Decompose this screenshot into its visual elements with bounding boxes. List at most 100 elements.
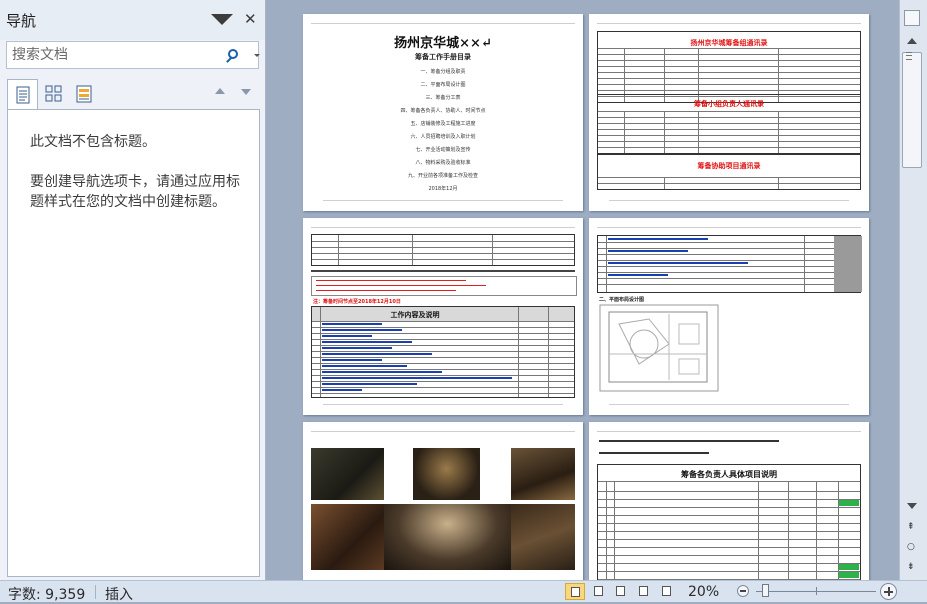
create-headings-hint: 要创建导航选项卡，请通过应用标题样式在您的文档中创建标题。 bbox=[30, 174, 240, 210]
assist-contact-table: 筹备协助项目通讯录 bbox=[597, 154, 861, 190]
floor-plan-image bbox=[599, 304, 719, 392]
grip-icon bbox=[906, 52, 912, 60]
toc-item: 三、筹备分工表 bbox=[425, 95, 461, 101]
headings-icon bbox=[16, 86, 30, 104]
table-title: 筹备各负责人具体项目说明 bbox=[681, 470, 777, 479]
footer-line bbox=[609, 200, 849, 201]
navigation-pane: 导航 ✕ 此文档不包含标题 bbox=[0, 0, 266, 580]
toc-item: 二、平面布局设计图 bbox=[420, 82, 466, 88]
document-area[interactable]: 扬州京华城××↵ 筹备工作手册目录 一、筹备分组及职责 二、平面布局设计图 三、… bbox=[266, 0, 899, 580]
next-heading-icon[interactable] bbox=[241, 89, 251, 95]
table-title: 筹备小组负责人通讯录 bbox=[694, 100, 764, 108]
header-line bbox=[311, 23, 575, 24]
vertical-scrollbar[interactable]: ⇞ ○ ⇟ bbox=[899, 0, 927, 580]
contact-table: 扬州京华城筹备组通讯录 bbox=[597, 31, 861, 103]
search-input[interactable] bbox=[7, 42, 222, 68]
select-browse-object-icon[interactable]: ○ bbox=[907, 542, 915, 552]
separator bbox=[95, 585, 96, 599]
toc-item: 八、物料采购及验收标准 bbox=[415, 160, 471, 166]
section-heading: 二、平面布局设计图 bbox=[599, 297, 645, 303]
toc-item: 一、筹备分组及职责 bbox=[420, 69, 466, 75]
page-3[interactable]: 注：筹备时间节点至2018年12月10日 工作内容及说明 bbox=[303, 218, 583, 415]
tab-browse-pages[interactable] bbox=[38, 79, 69, 108]
tab-browse-headings[interactable] bbox=[7, 79, 38, 110]
page-4[interactable]: 二、平面布局设计图 bbox=[589, 218, 869, 415]
footer-line bbox=[609, 404, 849, 405]
results-icon bbox=[76, 85, 92, 103]
scroll-down-icon[interactable] bbox=[907, 503, 917, 509]
web-layout-icon bbox=[616, 586, 625, 596]
print-layout-icon bbox=[571, 587, 580, 597]
zoom-out-icon[interactable] bbox=[737, 585, 749, 597]
draft-icon bbox=[662, 586, 671, 596]
toc-item: 七、开业活动策划及宣传 bbox=[415, 147, 471, 153]
header-line bbox=[597, 431, 861, 432]
outline-icon bbox=[639, 586, 648, 596]
text-line bbox=[311, 270, 575, 272]
thumbnails-icon bbox=[45, 85, 62, 102]
header-line bbox=[597, 227, 861, 228]
page-6[interactable]: 筹备各负责人具体项目说明 bbox=[589, 422, 869, 580]
deadline-note: 注：筹备时间节点至2018年12月10日 bbox=[313, 299, 401, 305]
scrollbar-thumb[interactable] bbox=[902, 52, 922, 168]
draft-button[interactable] bbox=[657, 583, 677, 600]
page-subtitle: 筹备工作手册目录 bbox=[415, 53, 471, 61]
header-line bbox=[597, 23, 861, 24]
footer-line bbox=[323, 404, 563, 405]
page-1[interactable]: 扬州京华城××↵ 筹备工作手册目录 一、筹备分组及职责 二、平面布局设计图 三、… bbox=[303, 14, 583, 211]
scroll-up-icon[interactable] bbox=[907, 38, 917, 44]
interior-photo bbox=[384, 504, 511, 570]
zoom-slider-thumb[interactable] bbox=[762, 584, 769, 597]
page-2[interactable]: 扬州京华城筹备组通讯录 筹备小组负责人通讯录 筹备协助项目通讯录 bbox=[589, 14, 869, 211]
continued-table bbox=[311, 234, 575, 266]
text-line bbox=[599, 452, 709, 454]
print-layout-button[interactable] bbox=[565, 583, 585, 600]
toc-item: 六、人员招聘培训及入职计划 bbox=[410, 134, 476, 140]
close-icon[interactable]: ✕ bbox=[244, 9, 257, 29]
interior-photo bbox=[511, 504, 575, 570]
header-line bbox=[311, 227, 575, 228]
reading-icon bbox=[594, 586, 603, 596]
next-page-icon[interactable]: ⇟ bbox=[907, 562, 915, 572]
leader-contact-table: 筹备小组负责人通讯录 bbox=[597, 94, 861, 154]
tab-browse-results[interactable] bbox=[69, 79, 100, 108]
web-layout-button[interactable] bbox=[611, 583, 631, 600]
search-box[interactable] bbox=[6, 41, 260, 69]
header-line bbox=[311, 431, 575, 432]
page-title: 扬州京华城××↵ bbox=[394, 36, 492, 51]
nav-title: 导航 bbox=[6, 12, 37, 30]
status-bar: 字数: 9,359 插入 20% bbox=[0, 580, 927, 604]
interior-photo bbox=[511, 448, 575, 500]
previous-page-icon[interactable]: ⇞ bbox=[907, 522, 915, 532]
no-headings-message: 此文档不包含标题。 bbox=[30, 134, 156, 150]
word-count[interactable]: 字数: 9,359 bbox=[8, 584, 85, 604]
table-header: 工作内容及说明 bbox=[390, 311, 440, 319]
previous-heading-icon[interactable] bbox=[215, 88, 225, 94]
interior-photo bbox=[311, 448, 384, 500]
nav-content-panel: 此文档不包含标题。 要创建导航选项卡，请通过应用标题样式在您的文档中创建标题。 bbox=[7, 109, 260, 577]
text-line bbox=[599, 440, 779, 442]
nav-options-dropdown-icon[interactable] bbox=[211, 14, 233, 25]
interior-photo bbox=[311, 504, 384, 570]
task-table: 工作内容及说明 bbox=[311, 306, 575, 398]
interior-photo bbox=[413, 448, 480, 500]
page-5[interactable] bbox=[303, 422, 583, 580]
zoom-level[interactable]: 20% bbox=[688, 584, 719, 600]
nav-header: 导航 ✕ bbox=[0, 0, 265, 40]
insert-mode-indicator[interactable]: 插入 bbox=[105, 584, 133, 604]
notes-box bbox=[311, 276, 577, 296]
zoom-in-icon[interactable] bbox=[880, 583, 897, 600]
footer-line bbox=[323, 200, 563, 201]
view-ruler-icon[interactable] bbox=[904, 10, 920, 26]
full-screen-reading-button[interactable] bbox=[589, 583, 609, 600]
outline-button[interactable] bbox=[634, 583, 654, 600]
toc-date: 2018年12月 bbox=[428, 186, 458, 192]
toc-item: 五、店铺装修及工程施工进度 bbox=[410, 121, 476, 127]
search-icon[interactable] bbox=[228, 49, 238, 59]
task-table-continued bbox=[597, 235, 862, 293]
table-title: 扬州京华城筹备组通讯录 bbox=[690, 39, 768, 47]
table-title: 筹备协助项目通讯录 bbox=[697, 162, 761, 170]
responsibility-table: 筹备各负责人具体项目说明 bbox=[597, 464, 861, 580]
search-options-chevron-icon[interactable] bbox=[254, 54, 260, 57]
toc-item: 四、筹备各负责人、协助人、时间节点 bbox=[400, 108, 486, 114]
